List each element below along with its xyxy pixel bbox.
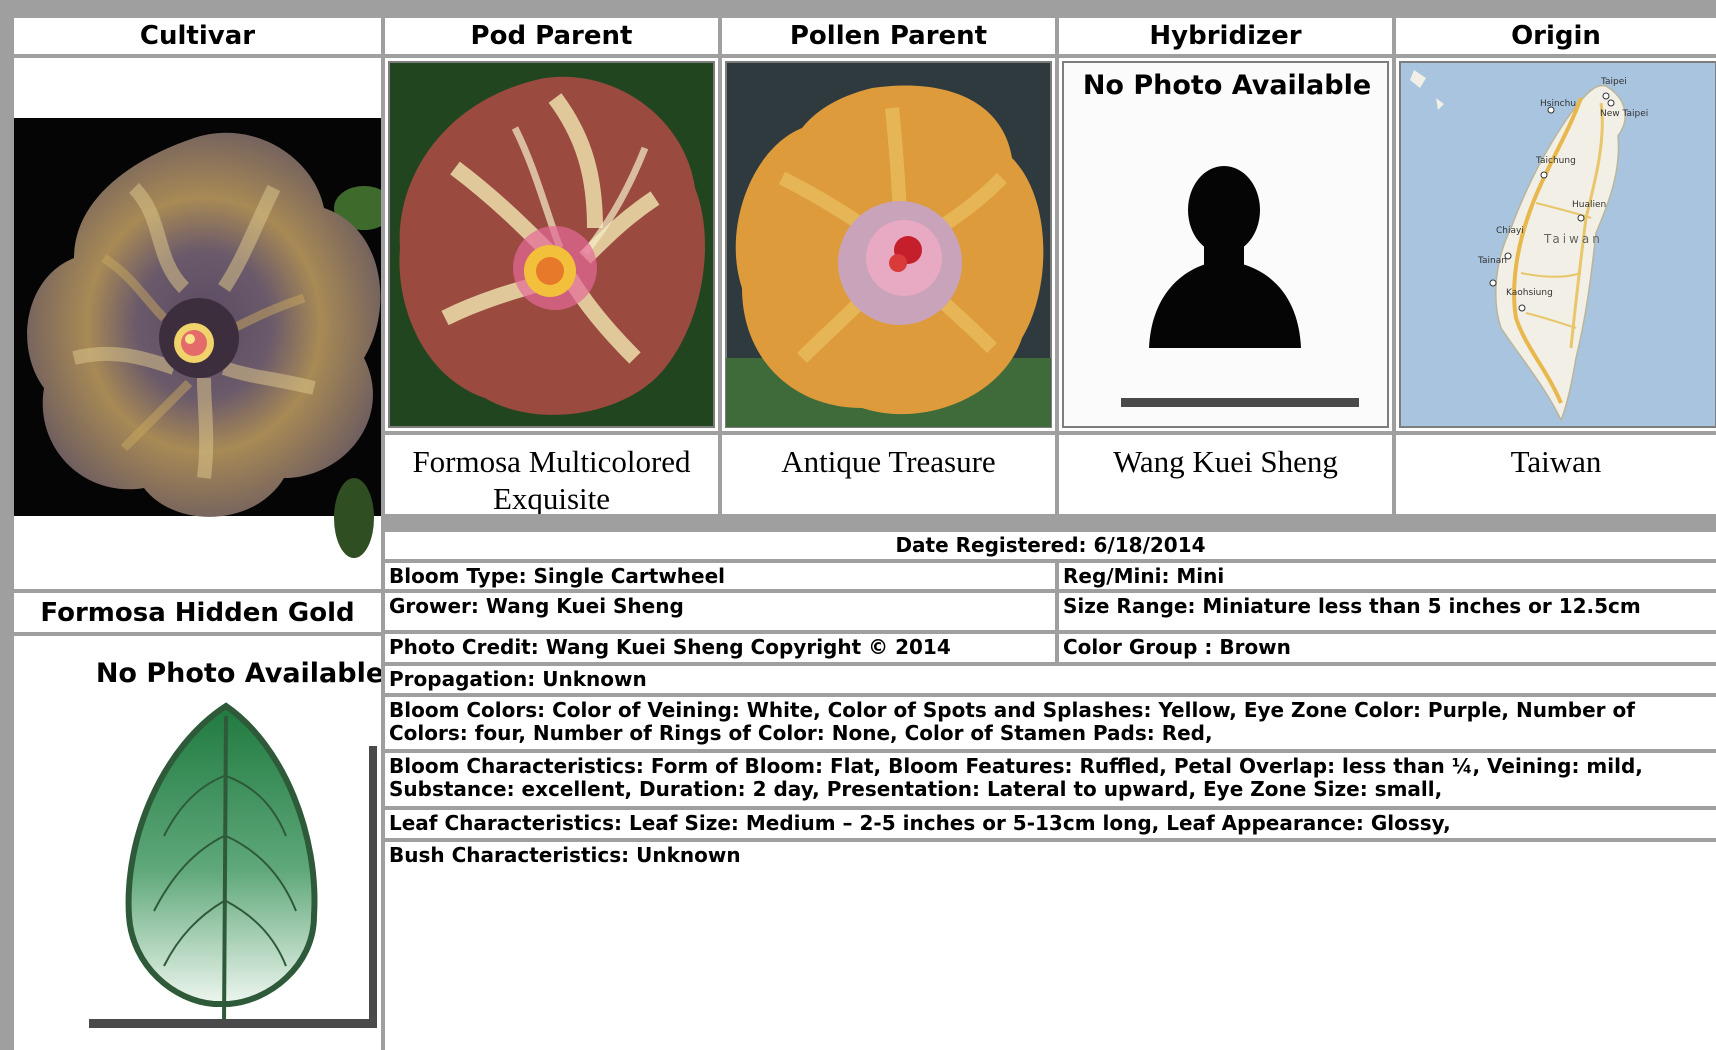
map-label-new-taipei: New Taipei [1600,109,1648,119]
header-pollen-parent: Pollen Parent [722,18,1055,54]
map-label-hsinchu: Hsinchu [1540,99,1576,109]
map-label-tainan: Tainan [1477,256,1507,266]
cultivar-bloom-photo[interactable] [14,58,381,589]
header-cultivar: Cultivar [14,18,381,54]
pollen-parent-photo[interactable] [722,58,1055,431]
pollen-parent-name[interactable]: Antique Treasure [722,435,1055,514]
date-registered: Date Registered: 6/18/2014 [385,532,1716,559]
map-label-taichung: Taichung [1535,156,1576,166]
propagation: Propagation: Unknown [385,666,1716,693]
leaf-icon [125,702,318,1027]
map-label-hualien: Hualien [1572,200,1606,210]
hybridizer-no-photo-text: No Photo Available [1083,70,1371,101]
map-label-taipei: Taipei [1600,77,1627,87]
hybridizer-photo-placeholder[interactable]: No Photo Available [1059,58,1392,431]
reg-mini: Reg/Mini: Mini [1059,563,1716,589]
size-range: Size Range: Miniature less than 5 inches… [1059,593,1716,630]
header-origin: Origin [1396,18,1716,54]
header-pod-parent: Pod Parent [385,18,718,54]
photo-credit: Photo Credit: Wang Kuei Sheng Copyright … [385,634,1055,662]
hybridizer-name[interactable]: Wang Kuei Sheng [1059,435,1392,514]
leaf-no-photo-text: No Photo Available [96,658,381,689]
map-label-chiayi: Chiayi [1496,226,1524,236]
grower: Grower: Wang Kuei Sheng [385,593,1055,630]
bloom-type: Bloom Type: Single Cartwheel [385,563,1055,589]
leaf-photo-placeholder[interactable]: No Photo Available [14,636,381,1050]
map-label-taiwan: Taiwan [1543,232,1603,246]
bush-characteristics: Bush Characteristics: Unknown [385,842,1716,1050]
pod-parent-photo[interactable] [385,58,718,431]
pod-parent-photo-cell [385,58,718,431]
cultivar-table: Cultivar Pod Parent Pollen Parent Hybrid… [0,0,1716,1050]
cultivar-name: Formosa Hidden Gold [14,593,381,632]
map-label-kaohsiung: Kaohsiung [1506,288,1553,298]
cultivar-photo-cell [14,58,381,589]
leaf-photo-cell: No Photo Available [14,636,381,1050]
origin-map-cell: Taipei Hsinchu New Taipei Taichung Huali… [1396,58,1716,431]
origin-map[interactable]: Taipei Hsinchu New Taipei Taichung Huali… [1396,58,1716,431]
leaf-characteristics: Leaf Characteristics: Leaf Size: Medium … [385,810,1716,838]
header-hybridizer: Hybridizer [1059,18,1392,54]
pod-parent-name[interactable]: Formosa Multicolored Exquisite [385,435,718,514]
bloom-colors: Bloom Colors: Color of Veining: White, C… [385,697,1716,749]
pollen-parent-photo-cell [722,58,1055,431]
origin-name[interactable]: Taiwan [1396,435,1716,514]
bloom-characteristics: Bloom Characteristics: Form of Bloom: Fl… [385,753,1716,806]
color-group: Color Group : Brown [1059,634,1716,662]
hybridizer-photo-cell: No Photo Available [1059,58,1392,431]
